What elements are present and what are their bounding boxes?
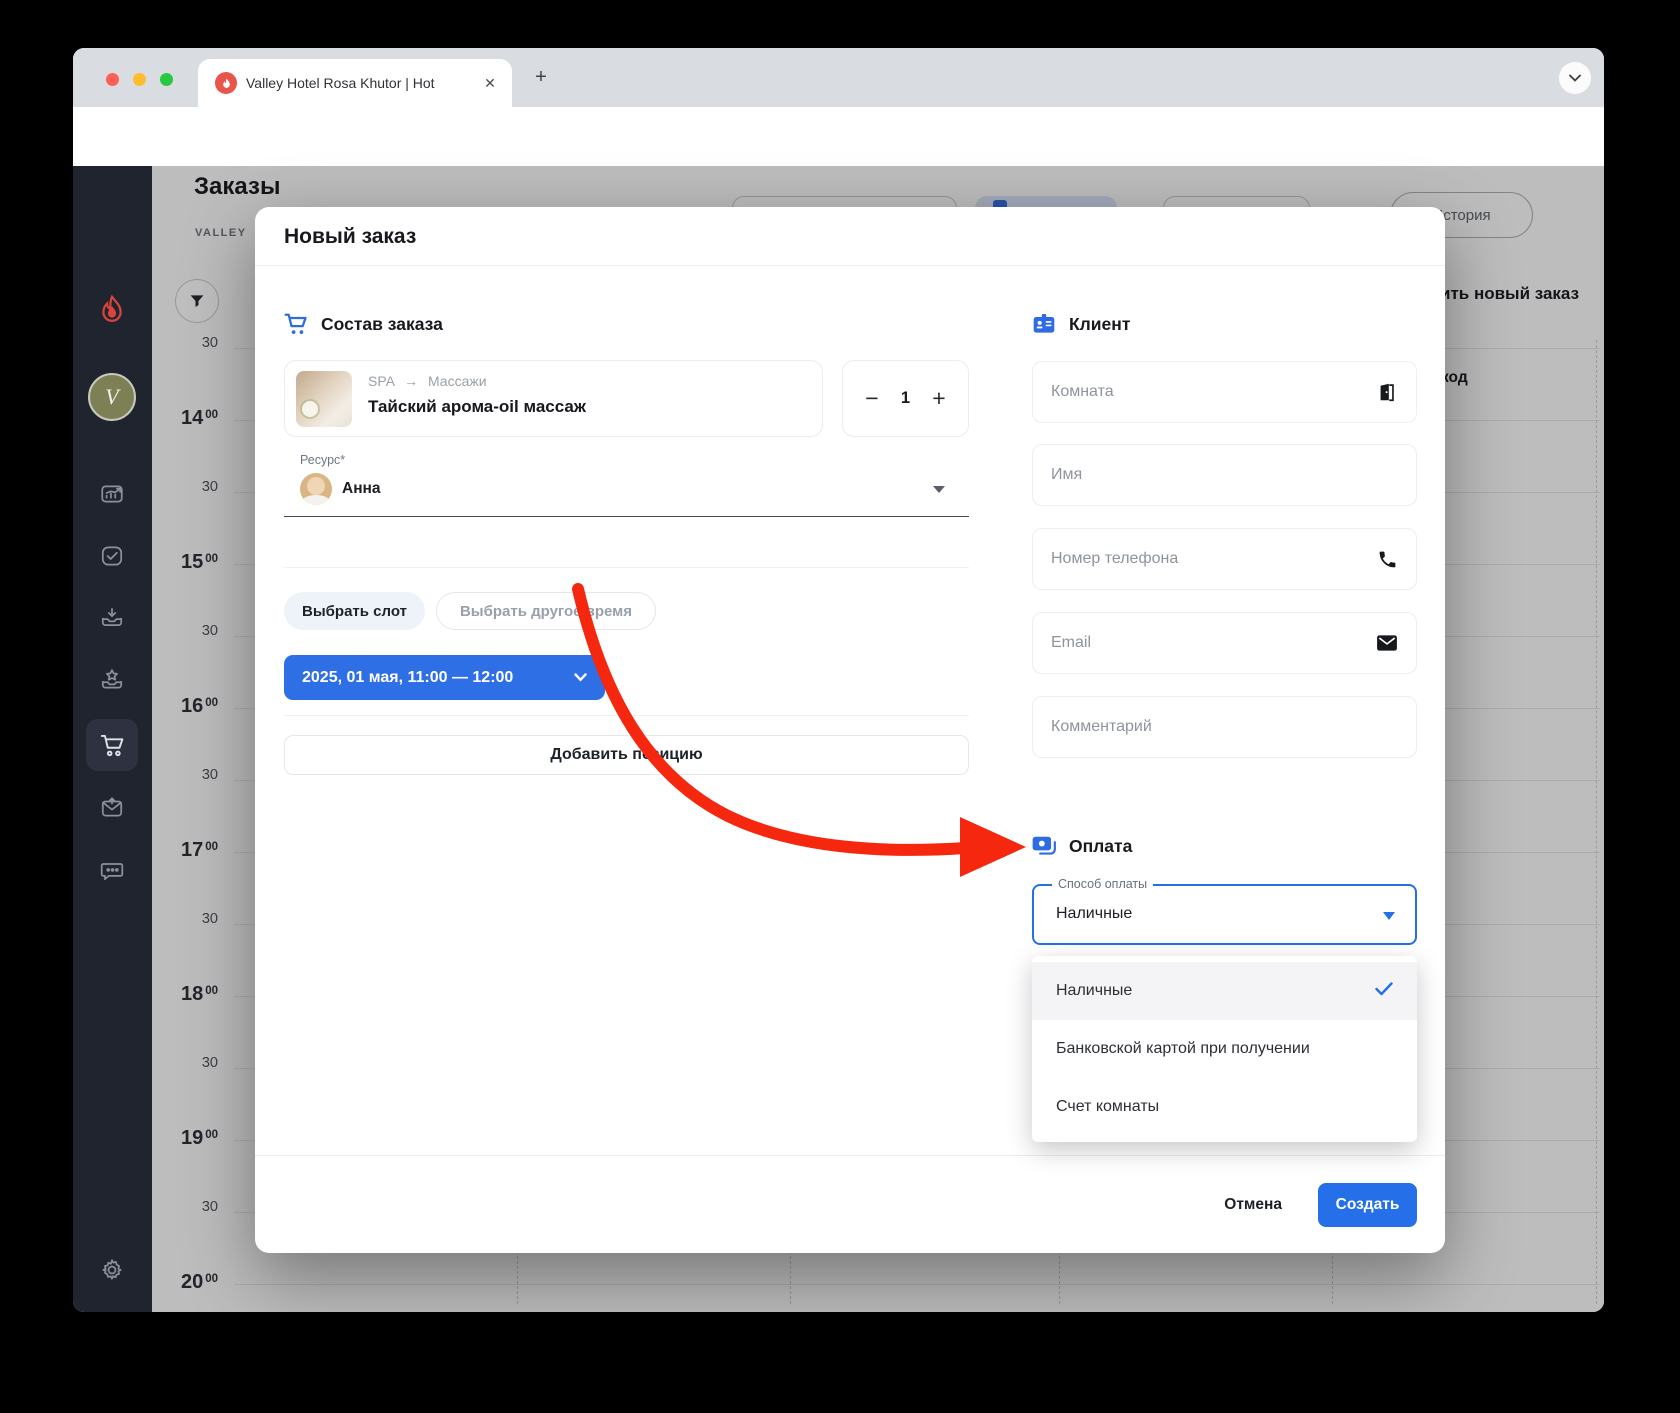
resource-label: Ресурс* [300, 453, 346, 467]
name-field[interactable]: Имя [1032, 444, 1417, 506]
modal-footer: Отмена Создать [255, 1155, 1445, 1253]
resource-name: Анна [342, 480, 381, 497]
resource-avatar [300, 473, 332, 505]
door-icon [1380, 383, 1394, 402]
item-subcategory: Массажи [427, 373, 487, 389]
modal-header-divider [255, 265, 1445, 266]
new-order-modal: Новый заказ Состав заказа SPA → Массажи … [255, 207, 1445, 1253]
item-category: SPA [368, 373, 395, 389]
divider [284, 567, 969, 568]
phone-field[interactable]: Номер телефона [1032, 528, 1417, 590]
cart-icon [283, 311, 309, 337]
add-position-button[interactable]: Добавить позицию [284, 735, 969, 775]
modal-title: Новый заказ [284, 225, 417, 248]
payment-option-label: Банковской картой при получении [1056, 1040, 1310, 1057]
room-field[interactable]: Комната [1032, 361, 1417, 423]
divider [284, 715, 969, 716]
payment-option-label: Счет комнаты [1056, 1098, 1160, 1115]
item-breadcrumb: SPA → Массажи [368, 373, 487, 389]
payment-method-value: Наличные [1056, 905, 1133, 922]
quantity-stepper: − 1 + [842, 360, 969, 437]
payment-icon [1031, 833, 1057, 859]
payment-option[interactable]: Банковской картой при получении [1032, 1020, 1417, 1078]
resource-underline [284, 516, 969, 517]
add-position-label: Добавить позицию [550, 746, 703, 763]
quantity-value: 1 [900, 389, 911, 407]
item-thumbnail [296, 371, 352, 427]
payment-option[interactable]: Счет комнаты [1032, 1078, 1417, 1136]
order-items-section-title: Состав заказа [321, 314, 443, 334]
payment-section-title: Оплата [1069, 836, 1133, 856]
payment-method-dropdown: Наличные Банковской картой при получении С… [1032, 956, 1417, 1142]
payment-option-label: Наличные [1056, 982, 1133, 999]
choose-other-time-label: Выбрать другое время [459, 602, 633, 620]
quantity-minus-button[interactable]: − [862, 385, 882, 412]
create-button[interactable]: Создать [1318, 1182, 1417, 1227]
comment-placeholder: Комментарий [1051, 718, 1152, 735]
order-item-card[interactable]: SPA → Массажи Тайский арома-oil массаж [284, 360, 823, 437]
client-icon [1031, 311, 1057, 337]
choose-other-time-button[interactable]: Выбрать другое время [436, 592, 656, 630]
browser-window: Valley Hotel Rosa Khutor | Hot ✕ + my.ho… [73, 48, 1604, 1312]
phone-icon [1379, 551, 1396, 567]
email-field[interactable]: Email [1032, 612, 1417, 674]
resource-caret-icon[interactable] [933, 486, 945, 493]
cancel-button[interactable]: Отмена [1224, 1196, 1282, 1214]
client-section-title: Клиент [1069, 314, 1131, 334]
email-placeholder: Email [1051, 634, 1092, 651]
item-name: Тайский арома-oil массаж [368, 397, 586, 416]
choose-slot-label: Выбрать слот [302, 602, 407, 620]
mail-icon [1377, 635, 1397, 651]
name-placeholder: Имя [1051, 466, 1083, 483]
quantity-plus-button[interactable]: + [929, 385, 949, 412]
select-caret-icon [1383, 912, 1395, 920]
selected-slot-chip[interactable]: 2025, 01 мая, 11:00 — 12:00 [284, 655, 605, 700]
payment-option[interactable]: Наличные [1032, 962, 1417, 1020]
chevron-down-icon [574, 673, 587, 682]
breadcrumb-arrow-icon: → [404, 373, 419, 389]
payment-method-label: Способ оплаты [1052, 877, 1154, 891]
phone-placeholder: Номер телефона [1051, 550, 1179, 567]
room-placeholder: Комната [1051, 383, 1114, 400]
choose-slot-button[interactable]: Выбрать слот [284, 592, 425, 630]
comment-field[interactable]: Комментарий [1032, 696, 1417, 758]
payment-method-select[interactable]: Способ оплаты Наличные [1032, 877, 1417, 945]
slot-chip-label: 2025, 01 мая, 11:00 — 12:00 [302, 668, 514, 686]
check-icon [1375, 981, 1393, 1001]
